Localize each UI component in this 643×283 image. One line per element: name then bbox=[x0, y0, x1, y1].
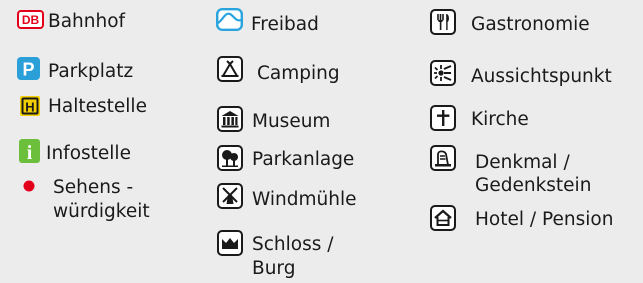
db-station-icon: DB bbox=[17, 10, 44, 29]
restaurant-cutlery-icon bbox=[430, 9, 456, 35]
legend-label-gastronomie: Gastronomie bbox=[471, 14, 590, 35]
camping-tent-icon bbox=[217, 56, 243, 82]
legend-label-kirche: Kirche bbox=[471, 109, 529, 130]
windmill-icon bbox=[217, 183, 243, 209]
legend-label-aussichtspunkt: Aussichtspunkt bbox=[471, 66, 612, 87]
castle-crown-icon bbox=[217, 230, 243, 256]
legend-label-bahnhof: Bahnhof bbox=[48, 11, 126, 32]
map-legend: DB Bahnhof P Parkplatz H Haltestelle i I… bbox=[0, 0, 643, 283]
legend-label-sehens-line2: würdigkeit bbox=[53, 201, 150, 222]
legend-label-denkmal-line2: Gedenkstein bbox=[475, 175, 592, 196]
viewpoint-icon bbox=[430, 60, 456, 86]
legend-label-camping: Camping bbox=[257, 63, 340, 84]
legend-label-windmuehle: Windmühle bbox=[252, 189, 357, 210]
park-trees-icon bbox=[217, 145, 243, 171]
legend-label-hotel: Hotel / Pension bbox=[475, 209, 614, 230]
info-icon: i bbox=[19, 139, 40, 163]
info-badge-text: i bbox=[27, 142, 33, 163]
museum-icon bbox=[217, 106, 243, 132]
legend-label-parkplatz: Parkplatz bbox=[48, 61, 134, 82]
bus-stop-badge-text: H bbox=[25, 100, 34, 115]
outdoor-pool-icon bbox=[216, 8, 243, 31]
legend-label-schloss-line1: Schloss / bbox=[252, 234, 334, 255]
legend-label-denkmal-line1: Denkmal / bbox=[475, 152, 570, 173]
hotel-house-icon bbox=[430, 205, 456, 231]
legend-label-sehens-line1: Sehens - bbox=[53, 177, 134, 198]
legend-label-schloss-line2: Burg bbox=[252, 258, 296, 279]
db-badge-text: DB bbox=[22, 13, 40, 27]
legend-label-haltestelle: Haltestelle bbox=[48, 96, 147, 117]
legend-label-parkanlage: Parkanlage bbox=[252, 149, 355, 170]
parking-badge-text: P bbox=[22, 60, 34, 80]
bus-stop-icon: H bbox=[20, 96, 40, 116]
monument-stone-icon bbox=[430, 145, 456, 171]
parking-icon: P bbox=[17, 57, 40, 80]
legend-label-infostelle: Infostelle bbox=[46, 143, 131, 164]
legend-label-museum: Museum bbox=[252, 111, 331, 132]
church-cross-icon bbox=[430, 105, 456, 131]
legend-label-freibad: Freibad bbox=[251, 14, 319, 35]
point-of-interest-dot-icon bbox=[23, 180, 35, 192]
